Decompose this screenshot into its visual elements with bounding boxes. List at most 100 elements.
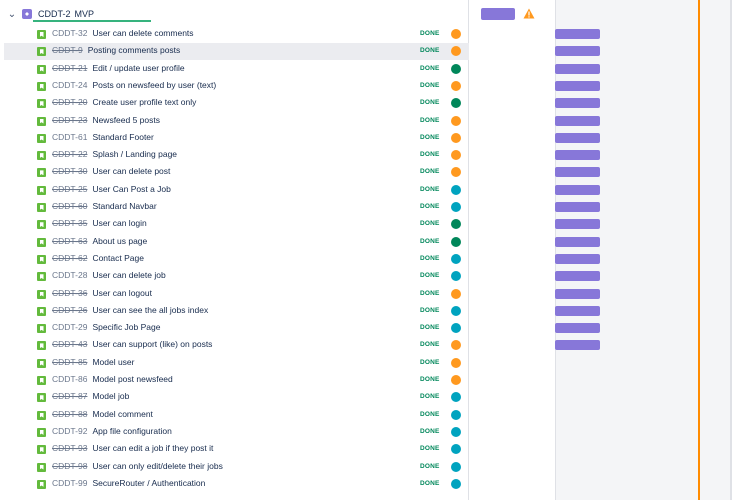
issue-summary[interactable]: User can delete job (92, 270, 165, 280)
assignee-avatar[interactable] (451, 63, 461, 74)
issue-summary[interactable]: User can edit a job if they post it (92, 443, 213, 453)
issue-key-link[interactable]: CDDT-92 (52, 426, 87, 436)
status-badge[interactable]: DONE (420, 82, 440, 89)
story-row[interactable]: CDDT-9 Posting comments posts DONE (0, 43, 732, 61)
issue-key-link[interactable]: CDDT-86 (52, 374, 87, 384)
issue-summary[interactable]: Model post newsfeed (92, 374, 172, 384)
story-row[interactable]: CDDT-60 Standard Navbar DONE (0, 199, 732, 216)
story-row[interactable]: CDDT-36 User can logout DONE (0, 286, 732, 303)
status-badge[interactable]: DONE (420, 290, 440, 297)
issue-summary[interactable]: Posts on newsfeed by user (text) (92, 80, 216, 90)
story-row[interactable]: CDDT-43 User can support (like) on posts D… (0, 337, 732, 354)
story-timeline-bar[interactable] (555, 184, 600, 195)
status-badge[interactable]: DONE (420, 376, 440, 383)
issue-key-link[interactable]: CDDT-36 (52, 288, 87, 298)
story-row[interactable]: CDDT-99 SecureRouter / Authentication DONE (0, 476, 732, 493)
story-row[interactable]: CDDT-30 User can delete post DONE (0, 164, 732, 181)
issue-key-link[interactable]: CDDT-22 (52, 149, 87, 159)
issue-key-link[interactable]: CDDT-25 (52, 184, 87, 194)
issue-key-link[interactable]: CDDT-98 (52, 461, 87, 471)
issue-summary[interactable]: Model job (92, 391, 129, 401)
assignee-avatar[interactable] (451, 132, 461, 143)
story-timeline-bar[interactable] (555, 253, 600, 264)
assignee-avatar[interactable] (451, 80, 461, 91)
assignee-avatar[interactable] (451, 426, 461, 437)
status-badge[interactable]: DONE (420, 480, 440, 487)
story-row[interactable]: CDDT-85 Model user DONE (0, 355, 732, 372)
issue-summary[interactable]: Specific Job Page (92, 322, 160, 332)
story-timeline-bar[interactable] (555, 132, 600, 143)
assignee-avatar[interactable] (451, 288, 461, 299)
story-timeline-bar[interactable] (555, 202, 600, 212)
story-row[interactable]: CDDT-25 User Can Post a Job DONE (0, 182, 732, 199)
assignee-avatar[interactable] (451, 236, 461, 247)
status-badge[interactable]: DONE (420, 238, 440, 245)
epic-name[interactable]: MVP (75, 9, 95, 19)
assignee-avatar[interactable] (451, 461, 461, 472)
status-badge[interactable]: DONE (420, 324, 440, 331)
story-timeline-bar[interactable] (555, 80, 600, 91)
issue-key-link[interactable]: CDDT-30 (52, 166, 87, 176)
issue-summary[interactable]: User can delete post (92, 166, 170, 176)
issue-summary[interactable]: App file configuration (92, 426, 171, 436)
issue-summary[interactable]: User can logout (92, 288, 152, 298)
story-row[interactable]: CDDT-92 App file configuration DONE (0, 424, 732, 441)
story-timeline-bar[interactable] (555, 236, 600, 247)
status-badge[interactable]: DONE (420, 220, 440, 227)
status-badge[interactable]: DONE (420, 186, 440, 193)
issue-summary[interactable]: Edit / update user profile (92, 63, 184, 73)
issue-key-link[interactable]: CDDT-26 (52, 305, 87, 315)
issue-summary[interactable]: Create user profile text only (92, 97, 196, 107)
assignee-avatar[interactable] (451, 305, 461, 316)
issue-key-link[interactable]: CDDT-87 (52, 391, 87, 401)
status-badge[interactable]: DONE (420, 255, 440, 262)
status-badge[interactable]: DONE (420, 307, 440, 314)
assignee-avatar[interactable] (451, 202, 461, 212)
status-badge[interactable]: DONE (420, 151, 440, 158)
story-row[interactable]: CDDT-22 Splash / Landing page DONE (0, 147, 732, 164)
story-row[interactable]: CDDT-29 Specific Job Page DONE (0, 320, 732, 337)
issue-key-link[interactable]: CDDT-61 (52, 132, 87, 142)
issue-key-link[interactable]: CDDT-62 (52, 253, 87, 263)
story-row[interactable]: CDDT-87 Model job DONE (0, 389, 732, 406)
issue-summary[interactable]: Model comment (92, 409, 152, 419)
assignee-avatar[interactable] (451, 409, 461, 420)
issue-summary[interactable]: User can login (92, 218, 146, 228)
epic-key[interactable]: CDDT-2 (38, 9, 71, 19)
issue-summary[interactable]: Newsfeed 5 posts (92, 115, 160, 125)
status-badge[interactable]: DONE (420, 359, 440, 366)
story-timeline-bar[interactable] (555, 63, 600, 74)
issue-summary[interactable]: SecureRouter / Authentication (92, 478, 205, 488)
issue-key-link[interactable]: CDDT-93 (52, 443, 87, 453)
story-row[interactable]: CDDT-20 Create user profile text only DONE (0, 95, 732, 112)
issue-key-link[interactable]: CDDT-24 (52, 80, 87, 90)
story-timeline-bar[interactable] (555, 340, 600, 351)
story-timeline-bar[interactable] (555, 219, 600, 230)
issue-key-link[interactable]: CDDT-85 (52, 357, 87, 367)
story-timeline-bar[interactable] (555, 323, 600, 334)
issue-key-link[interactable]: CDDT-28 (52, 270, 87, 280)
issue-key-link[interactable]: CDDT-43 (52, 339, 87, 349)
story-row[interactable]: CDDT-86 Model post newsfeed DONE (0, 372, 732, 389)
assignee-avatar[interactable] (451, 115, 461, 126)
story-row[interactable]: CDDT-32 User can delete comments DONE (0, 26, 732, 43)
issue-summary[interactable]: Posting comments posts (88, 45, 181, 55)
story-timeline-bar[interactable] (555, 29, 600, 39)
issue-summary[interactable]: User Can Post a Job (92, 184, 170, 194)
issue-key-link[interactable]: CDDT-35 (52, 218, 87, 228)
status-badge[interactable]: DONE (420, 203, 440, 210)
issue-summary[interactable]: About us page (92, 236, 147, 246)
story-timeline-bar[interactable] (555, 288, 600, 299)
story-timeline-bar[interactable] (555, 98, 600, 109)
assignee-avatar[interactable] (451, 29, 461, 39)
status-badge[interactable]: DONE (420, 47, 440, 54)
assignee-avatar[interactable] (451, 184, 461, 195)
story-row[interactable]: CDDT-98 User can only edit/delete their j… (0, 459, 732, 476)
issue-key-link[interactable]: CDDT-29 (52, 322, 87, 332)
assignee-avatar[interactable] (451, 375, 461, 385)
story-row[interactable]: CDDT-24 Posts on newsfeed by user (text) D… (0, 78, 732, 95)
issue-summary[interactable]: User can support (like) on posts (92, 339, 212, 349)
status-badge[interactable]: DONE (420, 445, 440, 452)
assignee-avatar[interactable] (451, 478, 461, 489)
warning-icon[interactable] (523, 8, 535, 19)
